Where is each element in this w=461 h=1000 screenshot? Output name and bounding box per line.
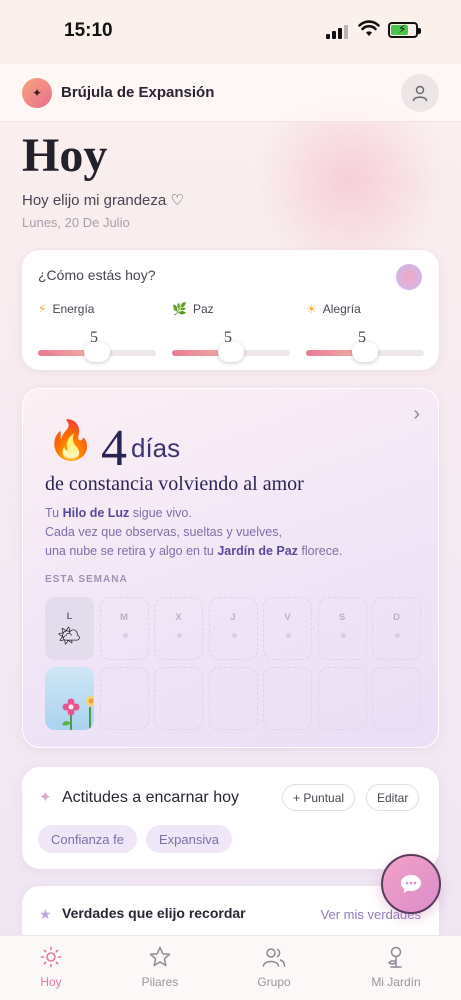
leaf-icon: 🌿 [172, 302, 187, 316]
current-date: Lunes, 20 De Julio [22, 215, 130, 230]
attitudes-card: ✦ Actitudes a encarnar hoy + Puntual Edi… [22, 767, 439, 869]
energy-slider[interactable]: ⚡ Energía 5 [38, 302, 156, 362]
nav-label: Pilares [141, 975, 179, 989]
fire-icon: 🔥 [47, 420, 95, 462]
chat-bubble-icon [401, 875, 421, 893]
garden-empty-cell [208, 667, 258, 730]
star-icon: ★ [39, 906, 52, 922]
app-logo: ✦ [22, 78, 52, 108]
add-punctual-button[interactable]: + Puntual [282, 784, 356, 811]
mood-indicator-icon[interactable] [396, 264, 422, 290]
nav-item-pilares[interactable]: Pilares [115, 944, 205, 989]
page-subtitle: Hoy elijo mi grandeza ♡ [22, 192, 184, 209]
joy-slider[interactable]: ☀ Alegría 5 [306, 302, 424, 362]
peace-slider[interactable]: 🌿 Paz 5 [172, 302, 290, 362]
mood-card: ¿Cómo estás hoy? ⚡ Energía 5 🌿 Paz 5 ☀ Aleg… [22, 250, 439, 370]
chevron-right-icon[interactable]: › [413, 403, 420, 426]
star-icon [149, 946, 171, 967]
battery-icon: ⚡ [388, 22, 421, 38]
plant-icon [387, 946, 402, 968]
day-cell[interactable]: M [99, 597, 149, 660]
day-cell-today[interactable]: L 🌤 [45, 597, 94, 660]
day-cell[interactable]: S [317, 597, 367, 660]
sun-icon [40, 946, 62, 968]
app-header: ✦ Brújula de Expansión [0, 64, 461, 122]
group-icon [262, 948, 286, 967]
slider-label: Alegría [322, 302, 361, 316]
slider-label: Paz [192, 302, 214, 316]
streak-card[interactable]: › 🔥 4 días de constancia volviendo al am… [22, 388, 439, 748]
garden-empty-cell [99, 667, 149, 730]
garden-empty-cell [317, 667, 367, 730]
week-label: ESTA SEMANA [45, 574, 128, 585]
garden-empty-cell [154, 667, 203, 730]
chat-button[interactable] [381, 854, 441, 914]
bottom-nav: Hoy Pilares Grupo Mi Jardín [0, 935, 461, 1000]
background-glow [240, 100, 460, 260]
nav-label: Mi Jardín [371, 975, 421, 989]
truths-title: Verdades que elijo recordar [62, 905, 246, 921]
lightning-icon: ⚡ [38, 302, 47, 316]
attitudes-title: Actitudes a encarnar hoy [62, 789, 239, 806]
slider-label: Energía [52, 302, 95, 316]
attitude-tag[interactable]: Expansiva [146, 825, 232, 853]
edit-button[interactable]: Editar [366, 784, 420, 811]
app-name: Brújula de Expansión [61, 84, 215, 101]
streak-description: Tu Hilo de Luz sigue vivo. Cada vez que … [45, 506, 343, 558]
day-cell[interactable]: J [208, 597, 258, 660]
status-time: 15:10 [64, 20, 113, 41]
sun-behind-cloud-icon: 🌤 [57, 626, 82, 647]
garden-empty-cell [372, 667, 421, 730]
sun-icon: ☀ [306, 302, 317, 316]
nav-item-mi-jardin[interactable]: Mi Jardín [351, 944, 441, 989]
slider-thumb[interactable] [218, 342, 244, 362]
wifi-icon [358, 20, 380, 36]
garden-empty-cell [263, 667, 312, 730]
flower-icon [62, 696, 94, 730]
day-cell[interactable]: D [372, 597, 421, 660]
week-grid: L 🌤 M X J V S D [45, 597, 421, 730]
nav-item-hoy[interactable]: Hoy [6, 944, 96, 989]
day-cell[interactable]: V [263, 597, 312, 660]
nav-item-grupo[interactable]: Grupo [229, 944, 319, 989]
slider-thumb[interactable] [84, 342, 110, 362]
signal-icon [326, 25, 348, 39]
slider-thumb[interactable] [352, 342, 378, 362]
streak-subtitle: de constancia volviendo al amor [45, 473, 304, 495]
mood-question: ¿Cómo estás hoy? [38, 267, 156, 283]
streak-unit: días [131, 433, 181, 463]
profile-button[interactable] [401, 74, 439, 112]
nav-label: Grupo [257, 975, 291, 989]
page-title: Hoy [22, 129, 108, 182]
sparkle-icon: ✦ [39, 789, 52, 806]
attitude-tag[interactable]: Confianza fe [38, 825, 137, 853]
nav-label: Hoy [40, 975, 62, 989]
user-icon [412, 85, 428, 102]
streak-count: 4 [101, 420, 127, 477]
status-bar: 15:10 ⚡ [0, 0, 461, 60]
day-cell[interactable]: X [154, 597, 203, 660]
garden-cell[interactable] [45, 667, 94, 730]
